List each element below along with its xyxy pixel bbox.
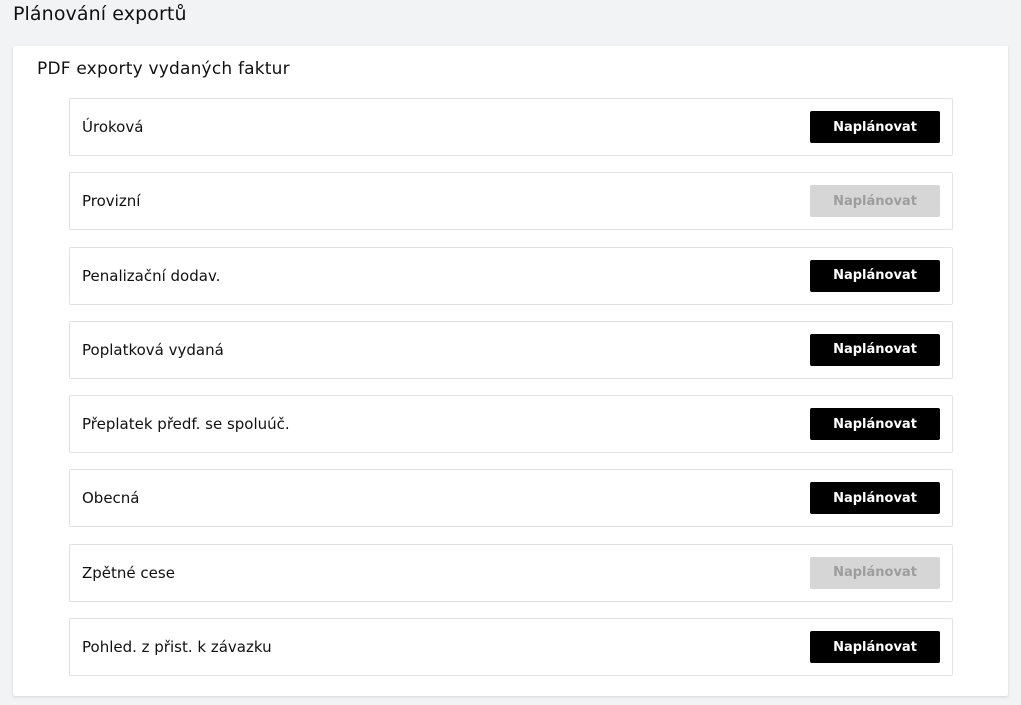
schedule-button[interactable]: Naplánovat xyxy=(810,631,940,664)
schedule-button-disabled: Naplánovat xyxy=(810,185,940,218)
export-row-obecna: Obecná Naplánovat xyxy=(69,469,953,528)
export-row-label: Provizní xyxy=(82,192,141,211)
export-row-label: Penalizační dodav. xyxy=(82,266,221,285)
schedule-button[interactable]: Naplánovat xyxy=(810,408,940,441)
schedule-button[interactable]: Naplánovat xyxy=(810,111,940,143)
export-row-zpetne-cese: Zpětné cese Naplánovat xyxy=(69,543,953,602)
schedule-button-disabled: Naplánovat xyxy=(810,556,940,589)
export-panel: PDF exporty vydaných faktur Úroková Napl… xyxy=(13,46,1008,696)
export-row-preplatek: Přeplatek předf. se spoluúč. Naplánovat xyxy=(69,395,953,454)
export-row-label: Úroková xyxy=(82,118,144,136)
section-title: PDF exporty vydaných faktur xyxy=(37,59,290,79)
export-row-urokova: Úroková Naplánovat xyxy=(69,98,953,156)
export-row-provizni: Provizní Naplánovat xyxy=(69,172,953,231)
export-list: Úroková Naplánovat Provizní Naplánovat P… xyxy=(69,98,953,692)
export-row-penalizacni: Penalizační dodav. Naplánovat xyxy=(69,246,953,305)
export-row-label: Obecná xyxy=(82,489,140,508)
page-title: Plánování exportů xyxy=(13,3,187,25)
schedule-button[interactable]: Naplánovat xyxy=(810,482,940,515)
export-row-label: Poplatková vydaná xyxy=(82,340,224,359)
export-row-pohled: Pohled. z přist. k závazku Naplánovat xyxy=(69,618,953,677)
schedule-button[interactable]: Naplánovat xyxy=(810,333,940,366)
schedule-button[interactable]: Naplánovat xyxy=(810,259,940,292)
export-row-label: Přeplatek předf. se spoluúč. xyxy=(82,415,290,434)
export-row-label: Zpětné cese xyxy=(82,563,175,582)
export-row-label: Pohled. z přist. k závazku xyxy=(82,638,272,657)
export-row-poplatkova: Poplatková vydaná Naplánovat xyxy=(69,320,953,379)
